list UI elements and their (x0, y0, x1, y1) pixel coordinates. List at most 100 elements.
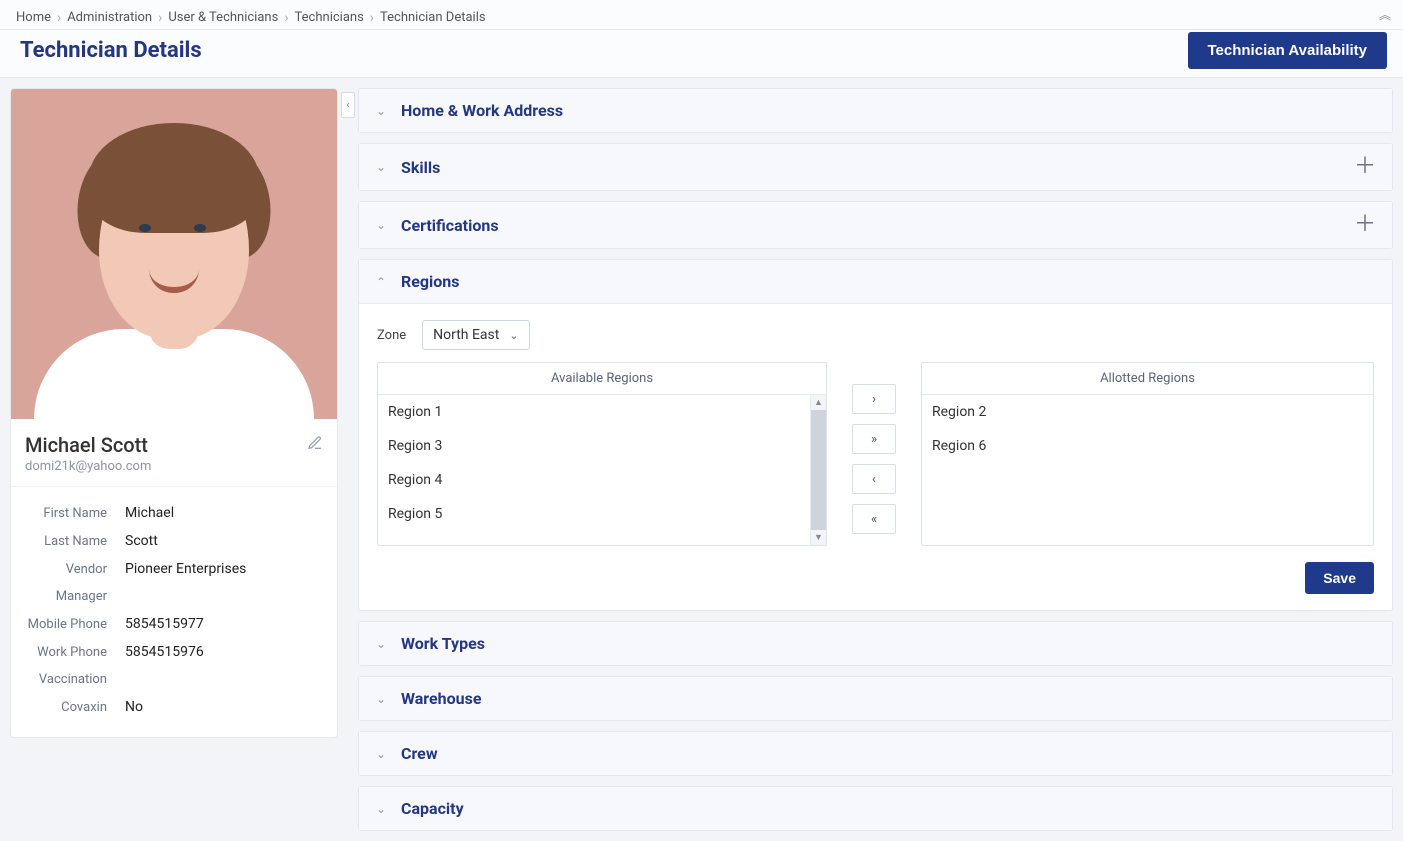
list-item[interactable]: Region 5 (378, 497, 826, 531)
available-regions-list[interactable]: Region 1 Region 3 Region 4 Region 5 ▲ ▼ (378, 395, 826, 545)
chevron-down-icon: ⌄ (375, 802, 387, 816)
panel-title: Capacity (401, 799, 464, 818)
scrollbar[interactable]: ▲ ▼ (810, 395, 826, 545)
save-button[interactable]: Save (1305, 562, 1374, 594)
mobile-value: 5854515977 (125, 616, 204, 632)
top-bar: Home › Administration › User & Technicia… (0, 0, 1403, 30)
technician-fields: First NameMichael Last NameScott VendorP… (11, 493, 337, 737)
right-column: ⌄Home & Work Address ⌄Skills ＋ ⌄Certific… (358, 88, 1393, 831)
collapse-left-handle[interactable]: ‹ (341, 92, 355, 118)
allotted-regions-title: Allotted Regions (922, 363, 1373, 395)
chevron-down-icon: ⌄ (375, 692, 387, 706)
list-item[interactable]: Region 1 (378, 395, 826, 429)
panel-certifications: ⌄Certifications ＋ (358, 201, 1393, 249)
first-name-value: Michael (125, 505, 174, 521)
scroll-down-icon[interactable]: ▼ (814, 530, 823, 545)
breadcrumb-item-technicians[interactable]: Technicians (295, 10, 364, 25)
move-left-button[interactable]: ‹ (852, 464, 896, 494)
list-item[interactable]: Region 3 (378, 429, 826, 463)
panel-header-crew[interactable]: ⌄ Crew (359, 732, 1392, 775)
manager-label: Manager (25, 589, 125, 604)
allotted-regions-box: Allotted Regions Region 2 Region 6 (921, 362, 1374, 546)
chevron-right-icon: › (370, 11, 374, 25)
title-row: Technician Details Technician Availabili… (0, 30, 1403, 78)
list-item[interactable]: Region 6 (922, 429, 1373, 463)
panel-skills: ⌄ Skills ＋ (358, 143, 1393, 191)
allotted-regions-list[interactable]: Region 2 Region 6 (922, 395, 1373, 545)
work-phone-value: 5854515976 (125, 644, 204, 660)
regions-body: Zone North East ⌄ Available Regions Regi… (359, 303, 1392, 610)
chevron-right-icon: › (158, 11, 162, 25)
available-regions-title: Available Regions (378, 363, 826, 395)
covaxin-label: Covaxin (25, 700, 125, 715)
panel-header-work-types[interactable]: ⌄ Work Types (359, 622, 1392, 665)
vendor-value: Pioneer Enterprises (125, 561, 246, 577)
collapse-rail: ‹ (338, 88, 358, 118)
technician-card: Michael Scott domi21k@yahoo.com First Na… (10, 88, 338, 738)
panel-title: Home & Work Address (401, 101, 563, 120)
technician-photo (11, 89, 337, 419)
move-all-left-button[interactable]: « (852, 504, 896, 534)
zone-label: Zone (377, 328, 406, 343)
regions-dual-list: Available Regions Region 1 Region 3 Regi… (377, 362, 1374, 546)
add-skill-icon[interactable]: ＋ (1354, 156, 1376, 178)
panel-warehouse: ⌄ Warehouse (358, 676, 1393, 721)
chevron-down-icon: ⌄ (509, 329, 518, 342)
panel-crew: ⌄ Crew (358, 731, 1393, 776)
page-title: Technician Details (16, 38, 202, 63)
panel-header-warehouse[interactable]: ⌄ Warehouse (359, 677, 1392, 720)
panel-capacity: ⌄ Capacity (358, 786, 1393, 831)
breadcrumb-item-administration[interactable]: Administration (67, 10, 152, 25)
technician-name: Michael Scott (25, 433, 148, 457)
work-phone-label: Work Phone (25, 645, 125, 660)
list-item[interactable]: Region 4 (378, 463, 826, 497)
first-name-label: First Name (25, 506, 125, 521)
chevron-right-icon: › (284, 11, 288, 25)
panel-home-work: ⌄ Home & Work Address (358, 88, 1393, 133)
chevron-up-icon: ⌃ (375, 275, 387, 289)
content: Michael Scott domi21k@yahoo.com First Na… (0, 78, 1403, 841)
panel-header-skills[interactable]: ⌄ Skills ＋ (359, 144, 1392, 190)
panel-header-certifications[interactable]: ⌄Certifications ＋ (359, 202, 1392, 248)
technician-availability-button[interactable]: Technician Availability (1188, 32, 1388, 69)
chevron-down-icon: ⌄ (375, 747, 387, 761)
panel-title: Certifications (401, 216, 499, 235)
last-name-value: Scott (125, 533, 158, 549)
move-right-button[interactable]: › (852, 384, 896, 414)
breadcrumb: Home › Administration › User & Technicia… (16, 4, 1387, 29)
vaccination-label: Vaccination (25, 672, 125, 687)
panel-work-types: ⌄ Work Types (358, 621, 1393, 666)
zone-select[interactable]: North East ⌄ (422, 320, 529, 350)
mobile-label: Mobile Phone (25, 617, 125, 632)
scroll-up-icon[interactable]: ▲ (814, 395, 823, 410)
collapse-toggle-icon[interactable]: ︽ (1379, 6, 1391, 23)
chevron-right-icon: › (57, 11, 61, 25)
panel-header-capacity[interactable]: ⌄ Capacity (359, 787, 1392, 830)
vendor-label: Vendor (25, 562, 125, 577)
edit-icon[interactable] (307, 435, 323, 455)
panel-title: Skills (401, 158, 440, 177)
covaxin-value: No (125, 699, 143, 715)
transfer-buttons: › » ‹ « (851, 362, 897, 546)
zone-select-value: North East (433, 327, 499, 343)
list-item[interactable]: Region 2 (922, 395, 1373, 429)
chevron-down-icon: ⌄ (375, 104, 387, 118)
move-all-right-button[interactable]: » (852, 424, 896, 454)
panel-regions: ⌃ Regions Zone North East ⌄ Available Reg… (358, 259, 1393, 611)
panel-title: Work Types (401, 634, 485, 653)
breadcrumb-item-home[interactable]: Home (16, 10, 51, 25)
available-regions-box: Available Regions Region 1 Region 3 Regi… (377, 362, 827, 546)
panel-title: Crew (401, 744, 438, 763)
panel-header-regions[interactable]: ⌃ Regions (359, 260, 1392, 303)
technician-email: domi21k@yahoo.com (11, 457, 337, 487)
last-name-label: Last Name (25, 534, 125, 549)
chevron-down-icon: ⌄ (375, 160, 387, 174)
chevron-down-icon: ⌄ (375, 637, 387, 651)
panel-header-home-work[interactable]: ⌄ Home & Work Address (359, 89, 1392, 132)
panel-title: Warehouse (401, 689, 481, 708)
panel-title: Regions (401, 272, 459, 291)
add-certification-icon[interactable]: ＋ (1354, 214, 1376, 236)
breadcrumb-item-current: Technician Details (380, 10, 486, 25)
scroll-thumb[interactable] (811, 410, 826, 530)
breadcrumb-item-users[interactable]: User & Technicians (168, 10, 278, 25)
